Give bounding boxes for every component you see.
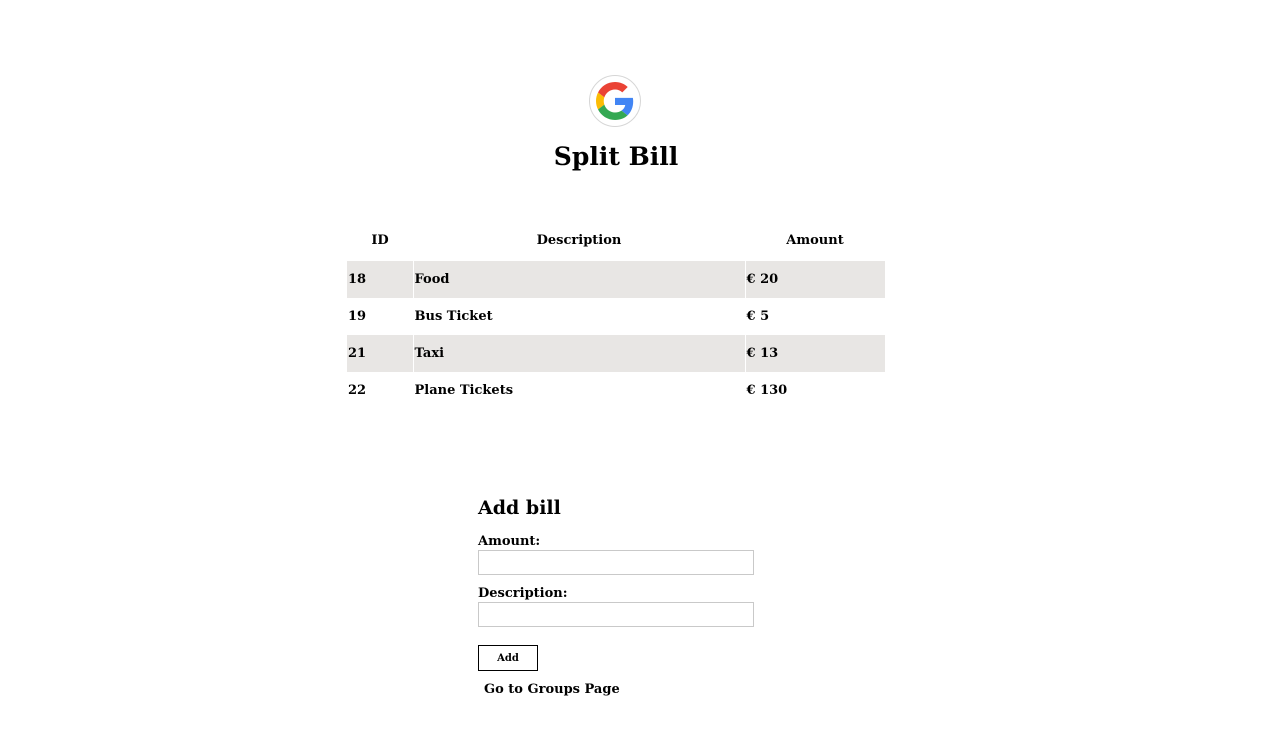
description-input[interactable] [478,602,754,627]
cell-description: Bus Ticket [412,298,745,335]
cell-id: 22 [348,383,367,398]
google-logo-icon [596,82,634,120]
table-row: 22 Plane Tickets € 130 [347,372,885,409]
amount-label: Amount: [478,534,541,549]
table-header-row: ID Description Amount [347,220,885,261]
column-header-amount: Amount [786,233,844,248]
cell-id: 21 [347,335,413,372]
cell-id: 18 [347,261,413,298]
cell-amount: € 13 [744,335,885,372]
cell-amount: € 20 [744,261,885,298]
add-button[interactable]: Add [478,645,538,671]
go-to-groups-link[interactable]: Go to Groups Page [484,682,620,697]
cell-amount: € 130 [744,372,885,409]
cell-description: Taxi [412,335,745,372]
column-header-description: Description [536,233,622,248]
table-row: 19 Bus Ticket € 5 [347,298,885,335]
cell-description: Food [412,261,745,298]
cell-amount: € 5 [744,298,885,335]
add-bill-form: Add bill Amount: Description: Add Go to … [478,497,778,697]
table-row: 21 Taxi € 13 [347,335,885,372]
bills-table: ID Description Amount 18 Food € 20 19 Bu… [347,220,885,409]
avatar [589,75,641,127]
cell-id: 19 [348,309,367,324]
amount-input[interactable] [478,550,754,575]
description-label: Description: [478,586,568,601]
table-row: 18 Food € 20 [347,261,885,298]
cell-description: Plane Tickets [412,372,745,409]
column-header-id: ID [371,233,389,248]
add-bill-heading: Add bill [478,497,561,519]
page-title: Split Bill [553,142,679,171]
